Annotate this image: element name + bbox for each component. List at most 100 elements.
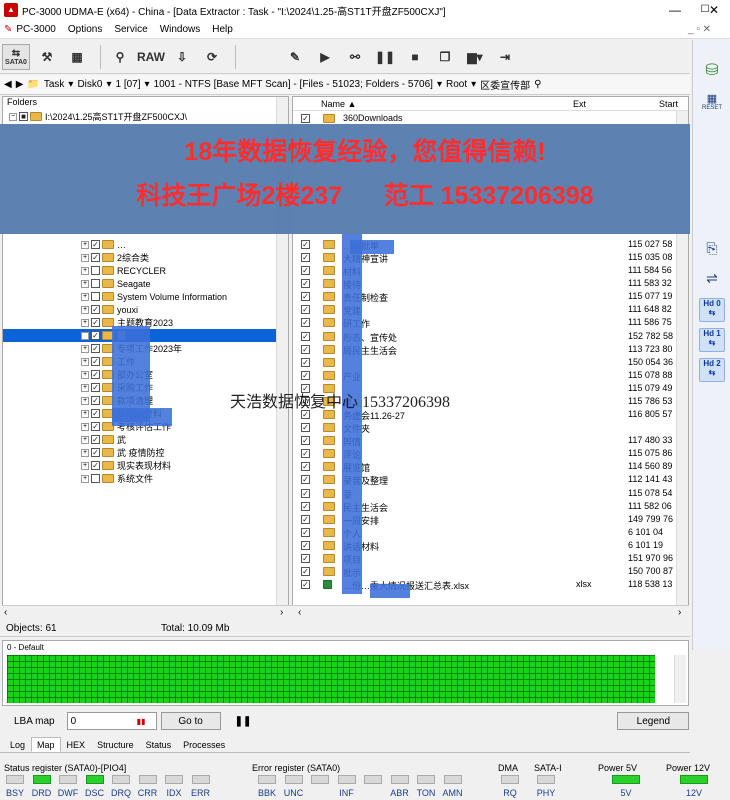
file-checkbox[interactable]: ✓ [301,279,310,289]
expand-icon[interactable]: + [81,292,89,301]
view-mode-button[interactable]: ▆▾ [462,44,488,70]
menu-help[interactable]: Help [212,24,233,35]
minimize-button[interactable]: — [660,0,690,20]
menu-windows[interactable]: Windows [160,24,201,35]
power-icon[interactable]: ⎘ [699,240,725,264]
tab-hex[interactable]: HEX [61,737,92,752]
edit-task-button[interactable]: ✎ [282,44,308,70]
scroll-right-icon[interactable]: › [280,607,283,618]
reset-button[interactable]: ▦ RESET [699,92,725,116]
pause-button[interactable]: ❚❚ [372,44,398,70]
expand-icon[interactable]: + [81,435,89,444]
file-checkbox[interactable]: ✓ [301,266,310,276]
expand-icon[interactable]: + [81,396,89,405]
path-root[interactable]: Root [446,79,467,90]
folder-tree-item[interactable]: + ✓ 现实表现材料 [81,459,171,472]
file-checkbox[interactable]: ✓ [301,514,310,524]
expand-icon[interactable]: + [81,266,89,275]
expand-icon[interactable]: + [81,461,89,470]
map-pause-button[interactable]: ❚❚ [235,716,252,727]
search-icon[interactable]: ⚲ [534,79,541,90]
hd2-button[interactable]: Hd 2 ⇆ [699,358,725,382]
file-checkbox[interactable]: ✓ [301,292,310,302]
folder-checkbox[interactable]: ✓ [91,461,100,470]
file-checkbox[interactable]: ✓ [301,553,310,563]
column-start[interactable]: Start [659,99,678,109]
path-volume[interactable]: 1001 - NTFS [Base MFT Scan] - [Files - 5… [154,79,433,90]
expand-icon[interactable]: + [81,474,89,483]
raw-button[interactable]: RAW [137,44,165,70]
expand-icon[interactable]: + [81,279,89,288]
file-checkbox[interactable]: ✓ [301,488,310,498]
file-checkbox[interactable]: ✓ [301,501,310,511]
expand-icon[interactable]: + [81,409,89,418]
close-button[interactable]: ✕ [700,0,728,20]
file-checkbox[interactable]: ✓ [301,357,310,367]
expand-icon[interactable]: + [81,357,89,366]
folder-checkbox[interactable]: ✓ [91,357,100,366]
network-button[interactable]: ⚯ [342,44,368,70]
expand-icon[interactable]: + [81,448,89,457]
folder-tree-item[interactable]: + ✓ 武 疫情防控 [81,446,165,459]
tab-status[interactable]: Status [140,737,178,752]
folder-tree-item[interactable]: + ✓ 2综合类 [81,251,149,264]
hex-toggle-icon[interactable]: ▮▮ [137,717,151,726]
folder-checkbox[interactable] [91,292,100,301]
file-checkbox[interactable]: ✓ [301,370,310,380]
database-icon[interactable]: ⛁ [699,60,725,84]
file-checkbox[interactable]: ✓ [301,305,310,315]
mdi-window-controls[interactable]: _ ▫ ✕ [688,24,711,35]
hd0-button[interactable]: Hd 0 ⇆ [699,298,725,322]
file-checkbox[interactable]: ✓ [301,540,310,550]
file-checkbox[interactable]: ✓ [301,423,310,433]
file-checkbox[interactable]: ✓ [301,462,310,472]
column-name[interactable]: Name ▲ [321,99,356,109]
path-task[interactable]: Task [44,79,65,90]
path-current[interactable]: 区委宣传部 [480,77,530,92]
file-checkbox[interactable]: ✓ [301,449,310,459]
scroll-left-icon[interactable]: ‹ [298,607,301,618]
folder-checkbox[interactable]: ✓ [91,409,100,418]
expand-icon[interactable]: + [81,253,89,262]
tools-button[interactable]: ⚒ [34,44,60,70]
file-checkbox[interactable]: ✓ [301,475,310,485]
file-checkbox[interactable]: ✓ [301,344,310,354]
tab-processes[interactable]: Processes [177,737,231,752]
path-partition[interactable]: 1 [07] [116,79,141,90]
folder-checkbox[interactable]: ✓ [91,448,100,457]
stop-button[interactable]: ■ [402,44,428,70]
expand-icon[interactable]: + [81,305,89,314]
menu-options[interactable]: Options [68,24,102,35]
tab-log[interactable]: Log [4,737,31,752]
column-ext[interactable]: Ext [573,99,586,109]
copy-button[interactable]: ❐ [432,44,458,70]
expand-icon[interactable]: + [81,370,89,379]
hd1-button[interactable]: Hd 1 ⇆ [699,328,725,352]
folder-tree-item[interactable]: + 系统文件 [81,472,153,485]
tab-structure[interactable]: Structure [91,737,140,752]
folder-tree-item[interactable]: + RECYCLER [81,264,166,277]
file-checkbox[interactable]: ✓ [301,318,310,328]
folder-checkbox[interactable]: ✓ [91,370,100,379]
file-checkbox[interactable]: ✓ [301,114,310,123]
folder-tree-item[interactable]: + ✓… [81,238,126,251]
forward-icon[interactable]: ▶ [16,79,24,90]
expand-icon[interactable]: + [81,240,89,249]
collapse-icon[interactable]: − [9,112,17,121]
expand-icon[interactable]: + [81,422,89,431]
file-checkbox[interactable]: ✓ [301,527,310,537]
folder-checkbox[interactable]: ✓ [91,383,100,392]
exit-task-button[interactable]: ⇥ [492,44,518,70]
expand-icon[interactable]: + [81,318,89,327]
file-checkbox[interactable]: ✓ [301,580,310,590]
folder-tree-item[interactable]: + Seagate [81,277,151,290]
refresh-button[interactable]: ⟳ [199,44,225,70]
folder-checkbox[interactable]: ✓ [91,305,100,314]
scroll-right-icon[interactable]: › [678,607,681,618]
goto-button[interactable]: Go to [160,712,221,730]
file-checkbox[interactable]: ✓ [301,436,310,446]
folder-tree-item[interactable]: + ✓ youxi [81,303,138,316]
search-button[interactable]: ⚲ [107,44,133,70]
sector-map[interactable] [7,655,655,703]
tree-checkbox[interactable]: ■ [19,112,28,121]
